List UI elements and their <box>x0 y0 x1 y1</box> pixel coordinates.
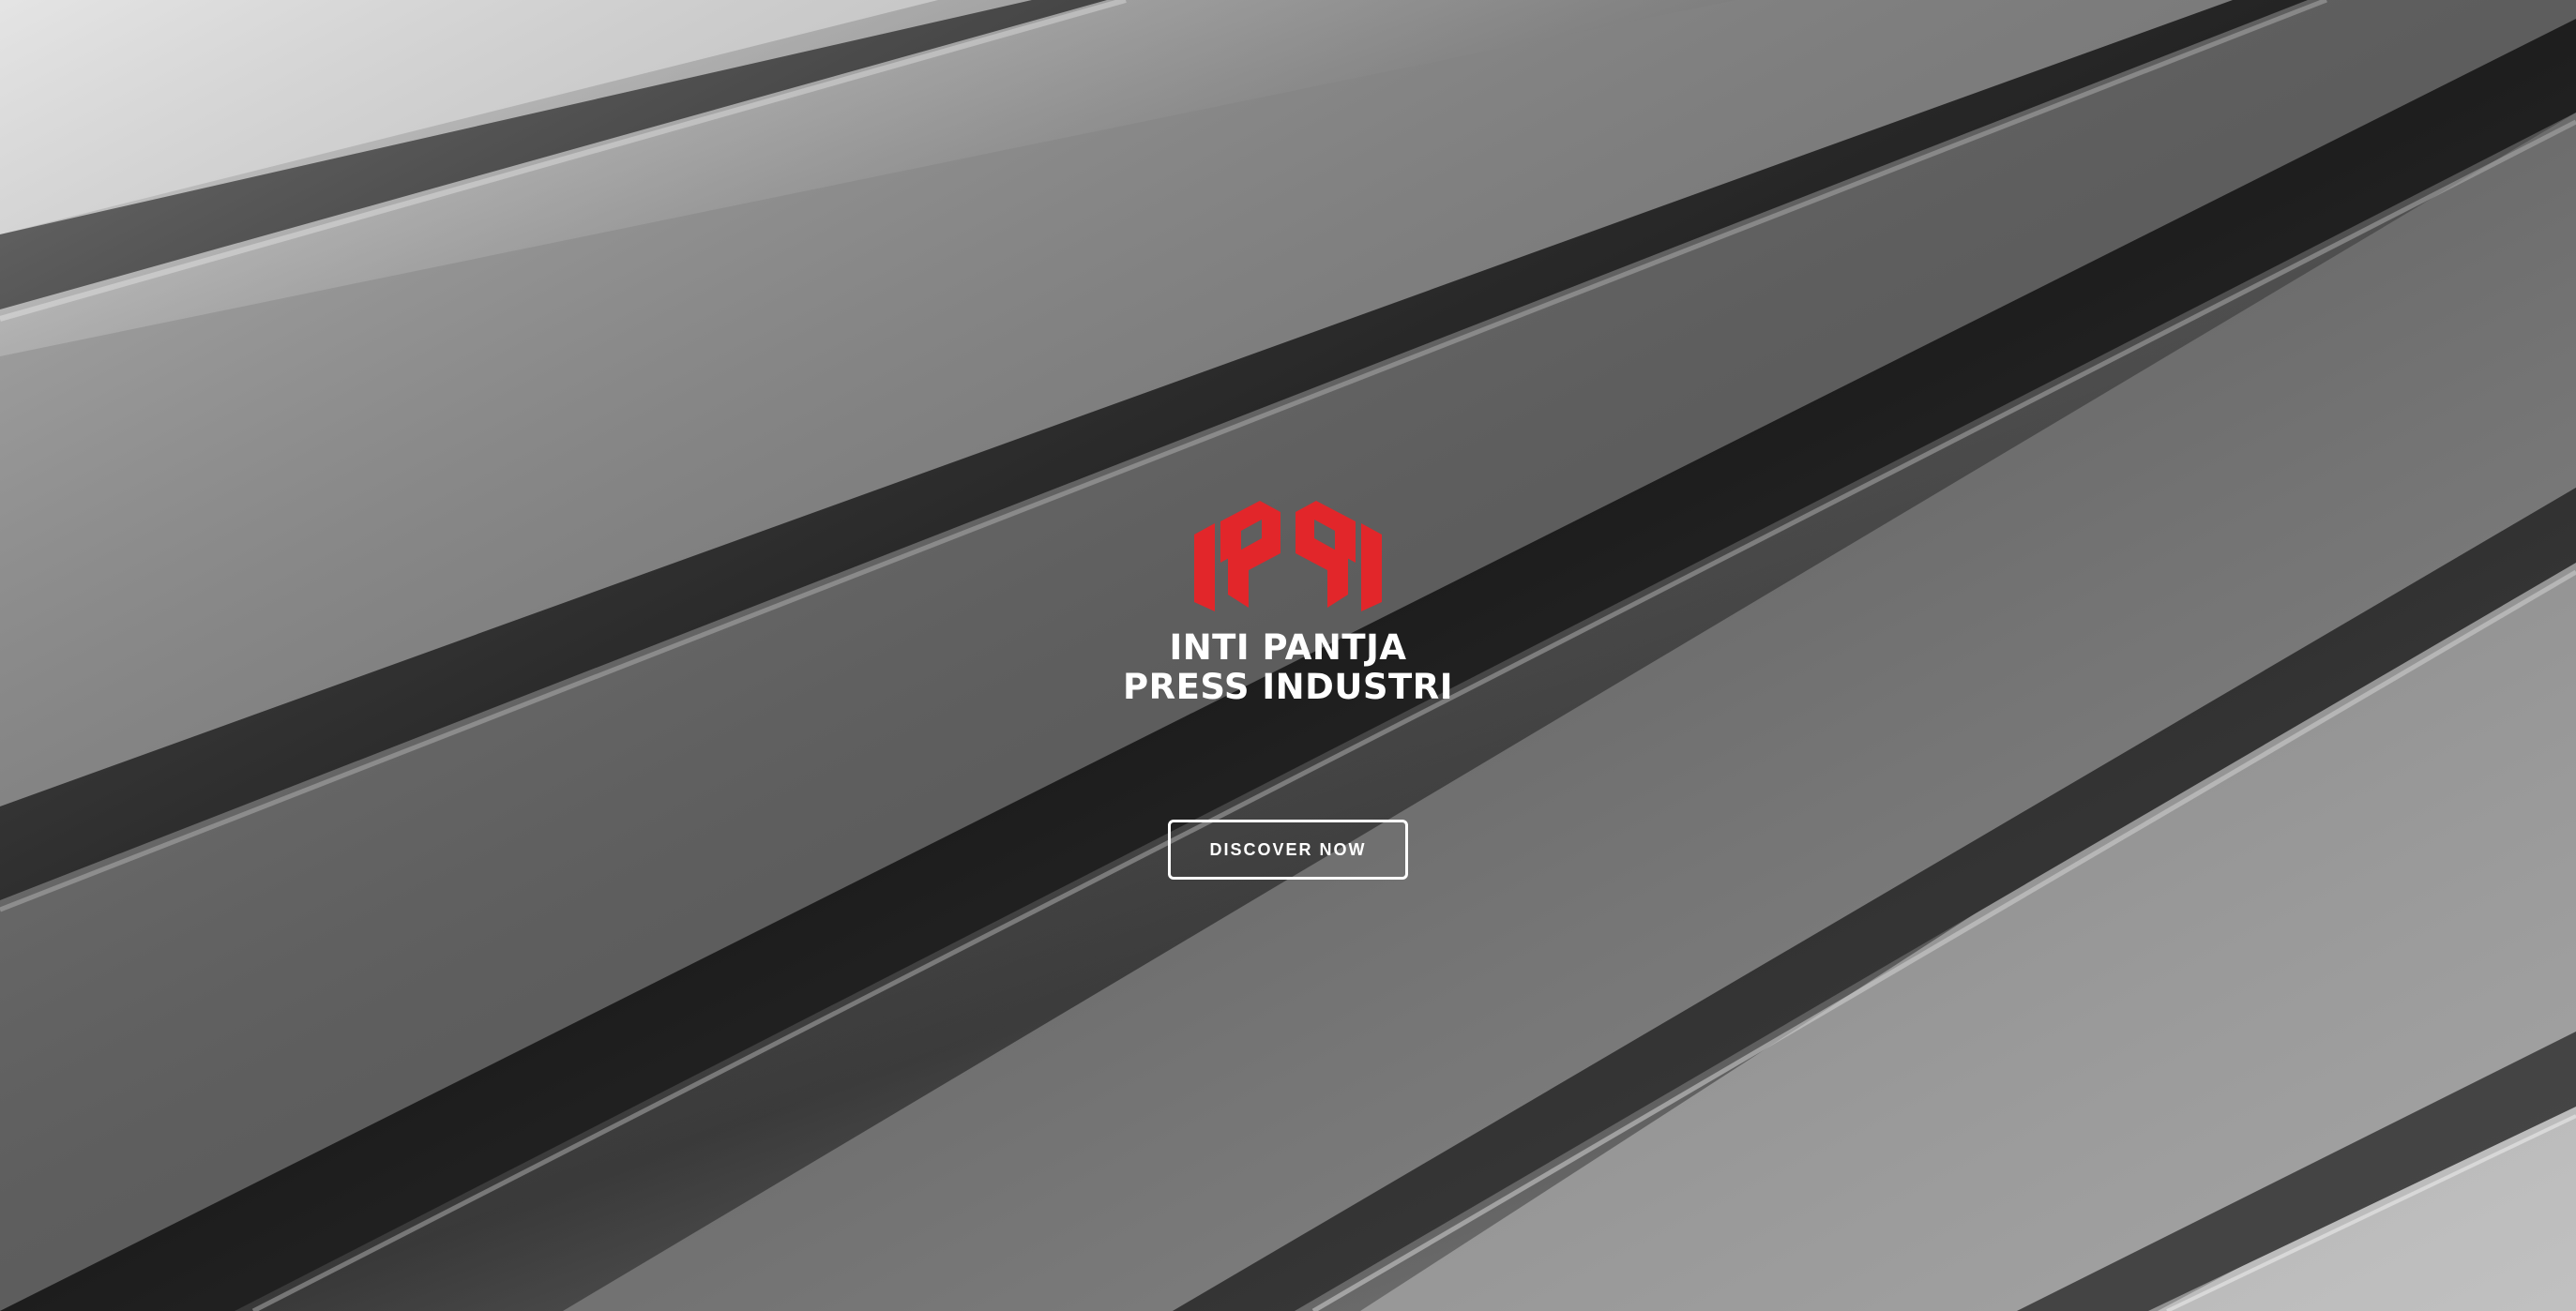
discover-now-button[interactable]: DISCOVER NOW <box>1168 820 1408 880</box>
ippi-logo-icon <box>1194 501 1382 611</box>
brand-name: INTI PANTJA PRESS INDUSTRI <box>1123 628 1453 707</box>
discover-now-label: DISCOVER NOW <box>1209 839 1367 859</box>
hero-content: INTI PANTJA PRESS INDUSTRI DISCOVER NOW <box>0 497 2576 880</box>
brand-line-1: INTI PANTJA <box>1169 627 1407 668</box>
brand-line-2: PRESS INDUSTRI <box>1122 667 1454 707</box>
hero-section: INTI PANTJA PRESS INDUSTRI DISCOVER NOW <box>0 0 2576 1311</box>
